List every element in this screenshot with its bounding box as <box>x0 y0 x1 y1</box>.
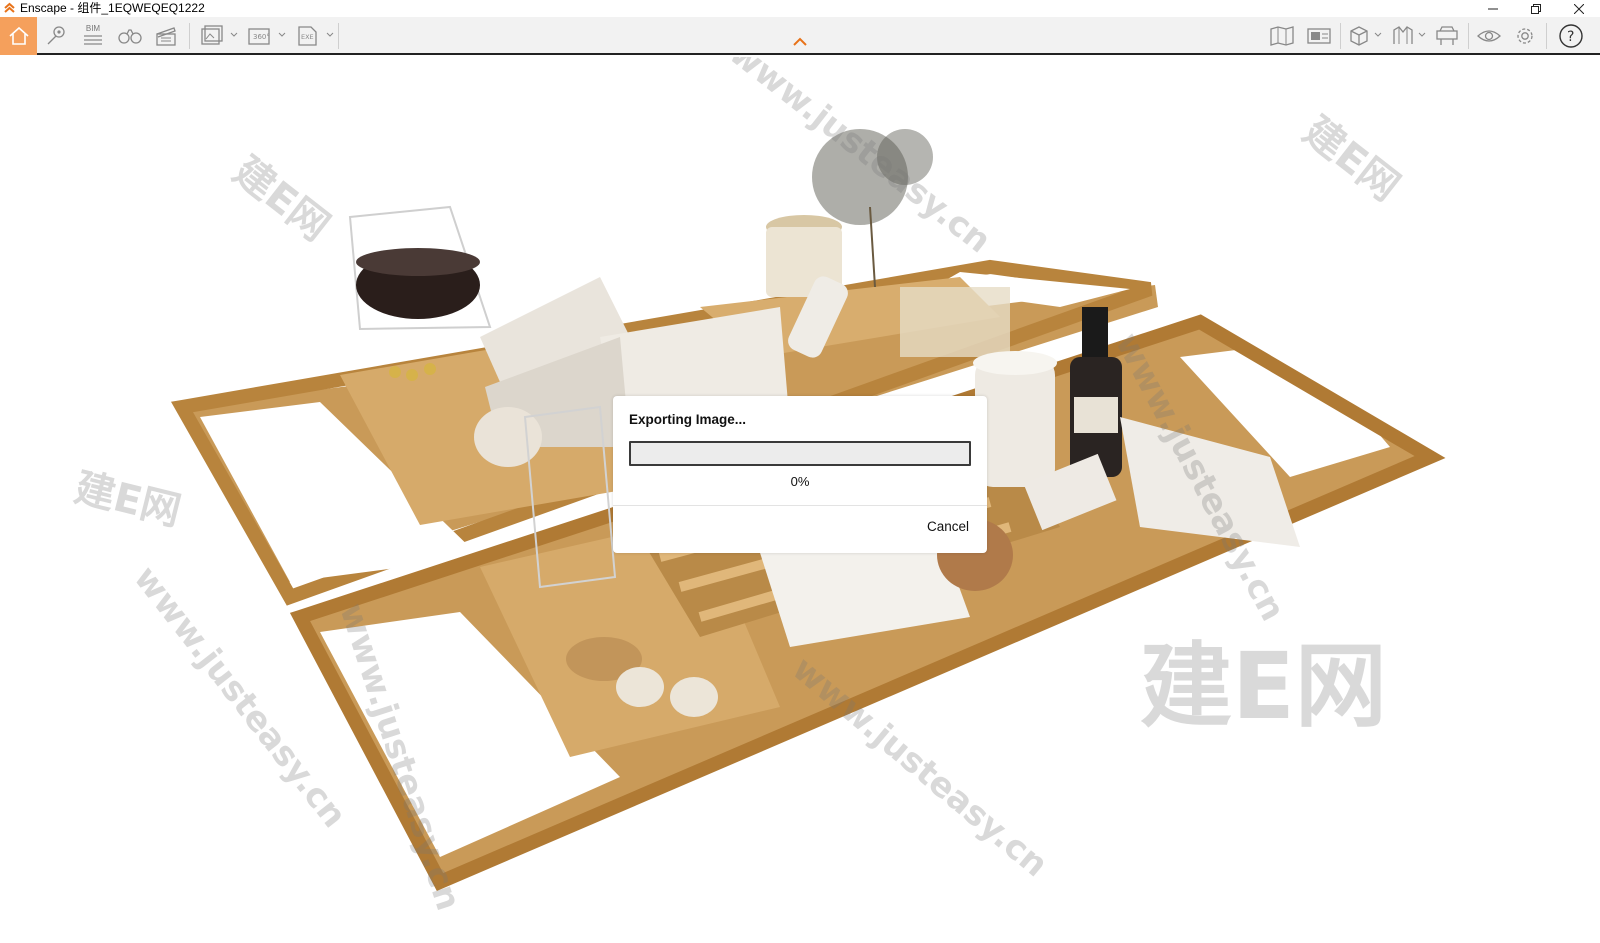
cancel-button[interactable]: Cancel <box>927 519 969 534</box>
minimize-icon[interactable] <box>1471 0 1514 17</box>
collapse-toolbar-icon[interactable] <box>791 37 809 47</box>
settings-icon[interactable] <box>1509 17 1541 55</box>
toolbar: BIM 360° EXE ? <box>0 17 1600 55</box>
visual-settings-icon[interactable] <box>1473 17 1505 55</box>
panorama-360-icon[interactable]: 360° <box>244 17 276 55</box>
watermark-logo: 建E网 <box>1140 633 1387 740</box>
chevron-down-icon[interactable] <box>1373 19 1383 51</box>
batch-render-icon[interactable] <box>196 17 228 55</box>
bim-icon[interactable]: BIM <box>77 17 109 55</box>
title-bar: Enscape - 组件_1EQWEQEQ1222 <box>0 0 1600 17</box>
clapperboard-icon[interactable] <box>150 17 182 55</box>
enscape-window: Enscape - 组件_1EQWEQEQ1222 BIM 360° EXE ?… <box>0 0 1600 943</box>
help-icon[interactable]: ? <box>1552 17 1590 55</box>
chevron-down-icon[interactable] <box>1417 19 1427 51</box>
binoculars-icon[interactable] <box>114 17 146 55</box>
window-title: Enscape - 组件_1EQWEQEQ1222 <box>20 1 205 15</box>
map-icon[interactable] <box>1266 17 1298 55</box>
home-icon[interactable] <box>0 17 37 55</box>
manage-views-icon[interactable] <box>1387 17 1419 55</box>
chevron-down-icon[interactable] <box>277 19 287 51</box>
chevron-down-icon[interactable] <box>229 19 239 51</box>
close-icon[interactable] <box>1557 0 1600 17</box>
dialog-divider <box>613 505 987 506</box>
dialog-title: Exporting Image... <box>629 412 747 427</box>
pin-icon[interactable] <box>40 17 72 55</box>
render-viewport[interactable]: 建E网 建E网 建E网 建E网 www.justeasy.cn www.just… <box>0 57 1600 943</box>
export-exe-icon[interactable]: EXE <box>292 17 324 55</box>
export-progress-dialog: Exporting Image... 0% Cancel <box>613 396 987 553</box>
chevron-down-icon[interactable] <box>325 19 335 51</box>
svg-text:EXE: EXE <box>301 33 314 41</box>
svg-text:360°: 360° <box>253 33 270 41</box>
screenshot-icon[interactable] <box>1303 17 1335 55</box>
svg-text:?: ? <box>1567 29 1574 45</box>
export-progress-bar <box>629 441 971 466</box>
cube-icon[interactable] <box>1343 17 1375 55</box>
progress-percent: 0% <box>790 474 810 489</box>
enscape-logo-icon <box>4 2 15 13</box>
asset-library-icon[interactable] <box>1431 17 1463 55</box>
bim-label: BIM <box>85 24 101 33</box>
restore-icon[interactable] <box>1514 0 1557 17</box>
